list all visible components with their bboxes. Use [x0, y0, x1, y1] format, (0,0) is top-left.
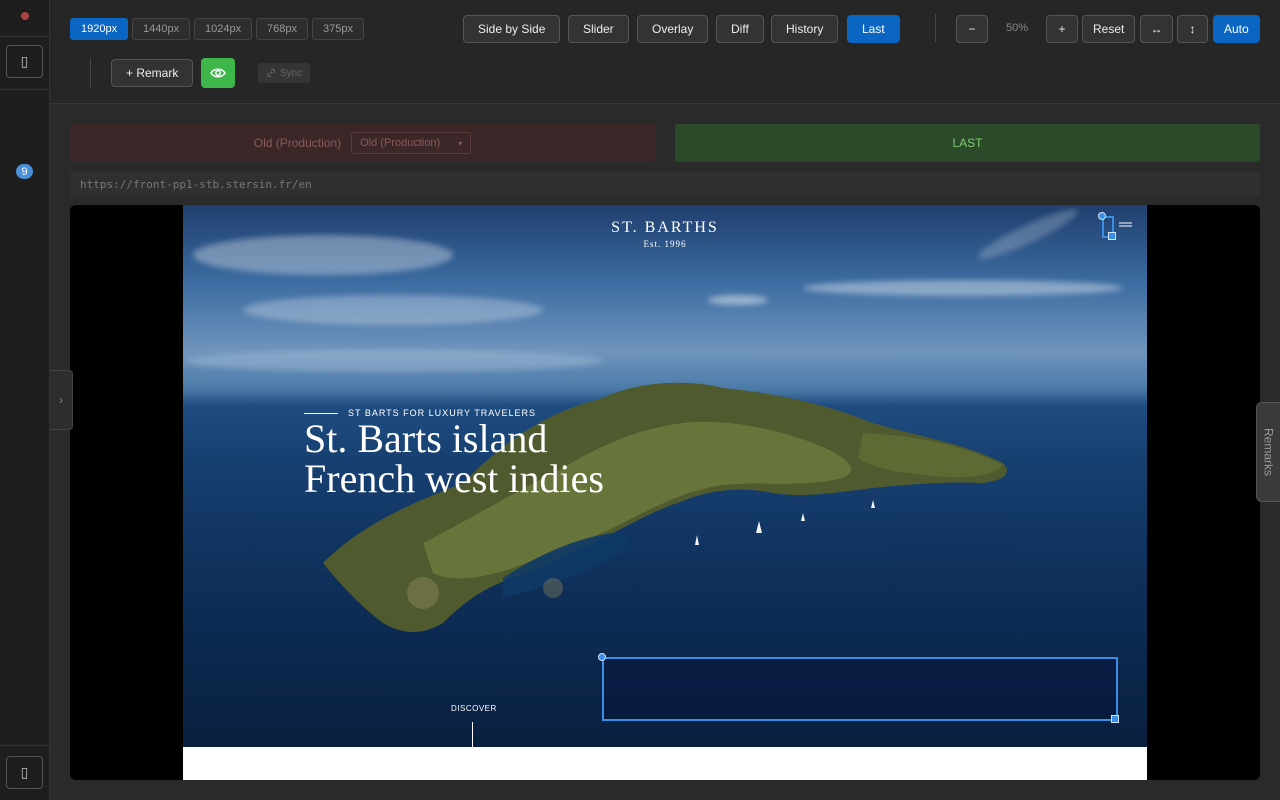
selection-handle[interactable]: [1111, 715, 1119, 723]
hamburger-menu-icon[interactable]: [1119, 222, 1132, 230]
site-brand-name: ST. BARTHS: [611, 219, 719, 236]
preview-viewport: ST. BARTHS Est. 1996 ST BARTS FOR LUXURY…: [70, 205, 1260, 780]
old-select-value: Old (Production): [360, 137, 441, 149]
remark-selection-area[interactable]: [602, 657, 1118, 721]
discover-line: [472, 722, 473, 747]
selection-handle[interactable]: [1108, 232, 1116, 240]
eyebrow-dash: [304, 412, 338, 414]
notification-badge[interactable]: 9: [16, 164, 33, 179]
old-version-select[interactable]: Old (Production) ▾: [351, 132, 472, 154]
add-remark-button[interactable]: + Remark: [111, 59, 194, 87]
toolbar-divider: [90, 58, 91, 88]
rail-top-button[interactable]: ▯: [6, 45, 43, 78]
overlay-button[interactable]: Overlay: [637, 15, 709, 43]
resolution-1920-button[interactable]: 1920px: [70, 18, 129, 40]
discover-link[interactable]: DISCOVER: [451, 704, 497, 713]
selection-handle[interactable]: [1098, 212, 1106, 220]
zoom-level: 50%: [1006, 22, 1029, 34]
diff-button[interactable]: Diff: [716, 15, 764, 43]
toolbar-divider: [935, 14, 936, 42]
link-icon: [267, 68, 275, 78]
sync-label: Sync: [280, 67, 303, 79]
sync-button[interactable]: Sync: [258, 63, 311, 83]
website-next-section: [183, 747, 1147, 780]
website-screenshot: ST. BARTHS Est. 1996 ST BARTS FOR LUXURY…: [183, 205, 1147, 747]
last-button[interactable]: Last: [847, 15, 900, 43]
site-brand-subtitle: Est. 1996: [643, 239, 687, 249]
url-bar[interactable]: https://front-pp1-stb.stersin.fr/en: [70, 172, 1260, 197]
fit-width-button[interactable]: ↔: [1140, 15, 1173, 43]
reset-button[interactable]: Reset: [1082, 15, 1136, 43]
resolution-1024-button[interactable]: 1024px: [194, 18, 253, 40]
sailboats: [695, 500, 875, 545]
old-panel-label: Old (Production): [253, 136, 342, 150]
rail-divider: [0, 745, 50, 746]
cloud-shape: [243, 295, 543, 325]
slider-button[interactable]: Slider: [568, 15, 629, 43]
resolution-768-button[interactable]: 768px: [256, 18, 308, 40]
expand-sidebar-button[interactable]: ›: [50, 370, 73, 430]
status-dot: [21, 12, 29, 20]
history-button[interactable]: History: [771, 15, 839, 43]
side-by-side-button[interactable]: Side by Side: [463, 15, 561, 43]
last-panel: LAST: [675, 124, 1260, 162]
eye-icon: [210, 68, 226, 78]
auto-button[interactable]: Auto: [1213, 15, 1260, 43]
hero-title: St. Barts island French west indies: [304, 416, 604, 501]
remarks-tab-label: Remarks: [1261, 427, 1276, 476]
cloud-shape: [803, 280, 1123, 296]
chevron-down-icon: ▾: [458, 138, 463, 148]
visibility-toggle-button[interactable]: [201, 58, 235, 88]
remarks-tab[interactable]: Remarks: [1256, 402, 1280, 502]
left-rail: ▯ 9 ▯: [0, 0, 50, 800]
old-production-panel: Old (Production) Old (Production) ▾: [70, 124, 655, 162]
selection-handle[interactable]: [598, 653, 606, 661]
cloud-shape: [708, 295, 768, 305]
zoom-out-button[interactable]: −: [956, 15, 988, 43]
fit-height-button[interactable]: ↕: [1177, 15, 1208, 43]
resolution-375-button[interactable]: 375px: [312, 18, 364, 40]
rail-divider: [0, 89, 50, 90]
cloud-shape: [183, 350, 603, 372]
resolution-1440-button[interactable]: 1440px: [132, 18, 191, 40]
toolbar: 1920px 1440px 1024px 768px 375px Side by…: [50, 0, 1280, 104]
zoom-in-button[interactable]: +: [1046, 15, 1078, 43]
rail-bottom-button[interactable]: ▯: [6, 756, 43, 789]
rail-divider: [0, 36, 50, 37]
